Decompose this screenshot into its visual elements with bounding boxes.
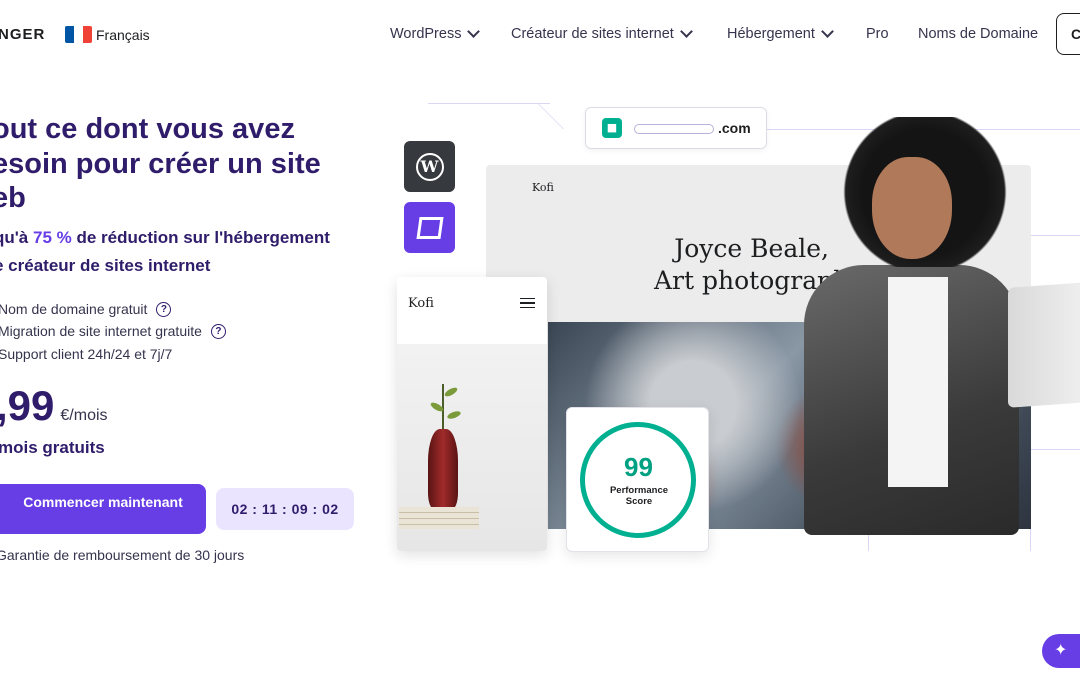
menu-icon — [520, 298, 535, 308]
feature-label: Migration de site internet gratuite — [0, 323, 202, 339]
grid-line — [428, 103, 550, 104]
free-months-label: mois gratuits — [0, 438, 105, 457]
grid-line — [537, 103, 564, 129]
price-amount: ,99 — [0, 382, 55, 429]
leaf — [443, 385, 459, 399]
nav-item-label: Noms de Domaine — [918, 26, 1039, 42]
vase-photo — [397, 344, 547, 551]
feature-item: Support client 24h/24 et 7j/7 — [0, 346, 172, 362]
feature-label: Nom de domaine gratuit — [0, 301, 148, 317]
nav-item-domains[interactable]: Noms de Domaine — [918, 26, 1038, 42]
score-label: Performance Score — [609, 485, 669, 507]
france-flag-icon — [65, 26, 92, 43]
hero-title: out ce dont vous avez esoin pour créer u… — [0, 112, 362, 216]
nav-item-label: Pro — [866, 26, 889, 42]
nav-item-hosting[interactable]: Hébergement — [727, 25, 834, 42]
hero-illustration: ■ .com W Kofi Joyce Beale, Art photograp… — [380, 95, 1080, 565]
leaf — [446, 409, 462, 421]
lock-icon: ■ — [602, 118, 622, 138]
language-selector[interactable]: Français — [65, 26, 150, 43]
wordpress-tile: W — [404, 141, 455, 192]
account-button[interactable]: C — [1056, 13, 1080, 55]
subtitle-text: e créateur de sites internet — [0, 256, 211, 275]
nav-item-website-builder[interactable]: Créateur de sites internet — [511, 25, 693, 42]
nav-item-pro[interactable]: Pro — [866, 26, 889, 42]
top-navigation: NGER Français WordPress Créateur de site… — [0, 0, 1080, 70]
start-now-button[interactable]: Commencer maintenant — [0, 484, 206, 534]
nav-item-wordpress[interactable]: WordPress — [390, 25, 481, 42]
url-bar: ■ .com — [585, 107, 767, 149]
score-value: 99 — [624, 452, 653, 482]
shirt — [888, 277, 948, 487]
site-brand: Kofi — [532, 181, 554, 194]
books — [399, 507, 479, 529]
mobile-brand: Kofi — [408, 296, 434, 311]
vase — [428, 429, 458, 509]
mobile-preview: Kofi — [397, 277, 547, 551]
money-back-guarantee: Garantie de remboursement de 30 jours — [0, 547, 245, 563]
hero-subtitle: qu'à 75 % de réduction sur l'hébergement… — [0, 224, 364, 280]
nav-item-label: Créateur de sites internet — [511, 26, 674, 42]
subtitle-text: de réduction sur l'hébergement — [71, 228, 330, 247]
feature-item: Migration de site internet gratuite ? — [0, 323, 226, 339]
url-suffix: .com — [718, 120, 751, 136]
help-icon[interactable]: ? — [210, 323, 226, 339]
language-label: Français — [96, 26, 150, 43]
countdown-timer: 02 : 11 : 09 : 02 — [216, 488, 354, 530]
chevron-down-icon — [820, 25, 834, 38]
hero-title-line: esoin pour créer un site — [0, 147, 321, 180]
price: ,99 €/mois — [0, 382, 108, 430]
ai-assistant-button[interactable]: ✦ — [1042, 634, 1080, 668]
site-logo[interactable]: NGER — [0, 26, 45, 43]
nav-item-label: Hébergement — [727, 26, 815, 42]
url-placeholder — [634, 124, 714, 134]
hero-title-line: eb — [0, 182, 26, 214]
chevron-down-icon — [467, 25, 481, 38]
feature-label: Support client 24h/24 et 7j/7 — [0, 346, 173, 362]
hostinger-icon — [415, 216, 444, 239]
hero-title-line: out ce dont vous avez — [0, 113, 295, 145]
person-photo — [800, 117, 1080, 537]
face — [872, 157, 952, 259]
nav-item-label: WordPress — [390, 26, 462, 42]
discount-highlight: 75 % — [33, 228, 72, 247]
laptop — [1008, 282, 1080, 408]
subtitle-text: qu'à — [0, 228, 29, 247]
chevron-down-icon — [679, 25, 693, 38]
hostinger-tile — [404, 202, 455, 253]
wordpress-icon: W — [415, 152, 444, 181]
price-unit: €/mois — [60, 407, 108, 424]
sparkle-icon: ✦ — [1054, 640, 1068, 659]
help-icon[interactable]: ? — [156, 301, 172, 317]
performance-score-card: 99 Performance Score — [566, 407, 709, 552]
feature-item: Nom de domaine gratuit ? — [0, 301, 172, 317]
